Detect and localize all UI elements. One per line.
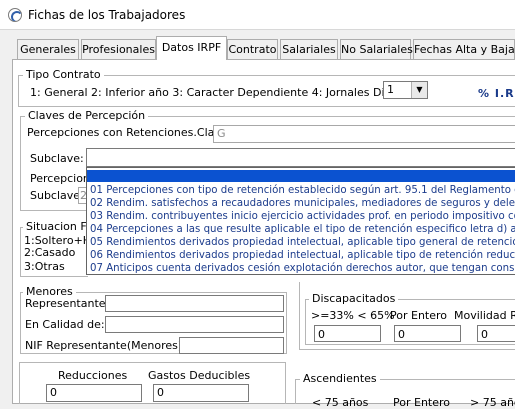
- situacion-option-2: 2:Casado: [24, 246, 76, 259]
- disc-col1-field[interactable]: 0: [314, 325, 381, 342]
- disc-col3-label: Movilidad Re: [454, 309, 515, 322]
- representante-label: Representante:: [25, 297, 110, 310]
- dropdown-option-blank[interactable]: [87, 170, 515, 182]
- representante-field[interactable]: [105, 295, 284, 312]
- reducciones-field[interactable]: 0: [46, 384, 142, 402]
- ascendientes-legend: Ascendientes: [300, 372, 380, 385]
- subclave-label: Subclave:: [30, 152, 84, 165]
- nif-representante-label: NIF Representante(Menores):: [25, 339, 186, 352]
- app-icon: [8, 8, 22, 22]
- dropdown-option-06[interactable]: 06 Rendimientos derivados propiedad inte…: [87, 250, 515, 262]
- dropdown-option-04[interactable]: 04 Percepciones a las que resulte aplica…: [87, 224, 515, 236]
- irpf-percent-label: % I.R.: [478, 87, 515, 100]
- reducciones-label: Reducciones: [58, 369, 128, 382]
- chevron-down-icon[interactable]: ▼: [411, 82, 427, 98]
- disc-col3-field[interactable]: 0: [477, 325, 515, 342]
- subclave-dropdown-list[interactable]: 01 Percepciones con tipo de retención es…: [86, 167, 515, 275]
- gastos-deducibles-label: Gastos Deducibles: [148, 369, 251, 382]
- claves-percepcion-legend: Claves de Percepción: [25, 109, 149, 122]
- situacion-familiar-legend: Situacion Fa: [23, 220, 96, 233]
- dropdown-option-05[interactable]: 05 Rendimientos derivados propiedad inte…: [87, 237, 515, 249]
- discapacitados-legend: Discapacitados: [309, 292, 399, 305]
- percepciones-clave-label: Percepciones con Retenciones.Clave:: [27, 126, 232, 139]
- disc-col1-label: >=33% < 65%: [311, 309, 395, 322]
- asc-col3-label: > 75 años: [470, 396, 515, 409]
- gastos-deducibles-field[interactable]: 0: [153, 384, 249, 402]
- tab-profesionales[interactable]: Profesionales: [81, 39, 156, 59]
- tab-contrato[interactable]: Contrato: [227, 39, 278, 59]
- title-bar: Fichas de los Trabajadores: [0, 0, 515, 30]
- dropdown-option-07[interactable]: 07 Anticipos cuenta derivados cesión exp…: [87, 263, 515, 274]
- dropdown-option-01[interactable]: 01 Percepciones con tipo de retención es…: [87, 185, 515, 197]
- tab-no-salariales[interactable]: No Salariales: [340, 39, 413, 59]
- tab-fechas-alta-baja[interactable]: Fechas Alta y Baja: [413, 39, 515, 59]
- dropdown-option-03[interactable]: 03 Rendim. contribuyentes inicio ejercic…: [87, 211, 515, 223]
- disc-col2-field[interactable]: 0: [394, 325, 461, 342]
- tab-datos-irpf[interactable]: Datos IRPF: [156, 36, 227, 60]
- subclave-field[interactable]: [86, 148, 515, 167]
- calidad-field[interactable]: [105, 316, 284, 333]
- disc-col2-label: Por Entero: [390, 309, 448, 322]
- jornales-diarios-select[interactable]: 1 ▼: [383, 81, 428, 99]
- asc-col2-label: Por Entero: [393, 396, 451, 409]
- situacion-option-3: 3:Otras: [24, 260, 65, 273]
- tab-generales[interactable]: Generales: [17, 39, 79, 59]
- nif-representante-field[interactable]: [179, 337, 284, 354]
- dropdown-option-02[interactable]: 02 Rendim. satisfechos a recaudadores mu…: [87, 198, 515, 210]
- asc-col1-label: < 75 años: [312, 396, 369, 409]
- subclave2-label: Subclave:: [30, 189, 84, 202]
- calidad-label: En Calidad de:: [25, 318, 105, 331]
- window-title: Fichas de los Trabajadores: [28, 8, 186, 22]
- tab-salariales[interactable]: Salariales: [280, 39, 338, 59]
- tipo-contrato-options: 1: General 2: Inferior año 3: Caracter D…: [30, 86, 419, 99]
- tipo-contrato-legend: Tipo Contrato: [23, 68, 104, 81]
- percepciones-clave-field[interactable]: G: [213, 125, 515, 143]
